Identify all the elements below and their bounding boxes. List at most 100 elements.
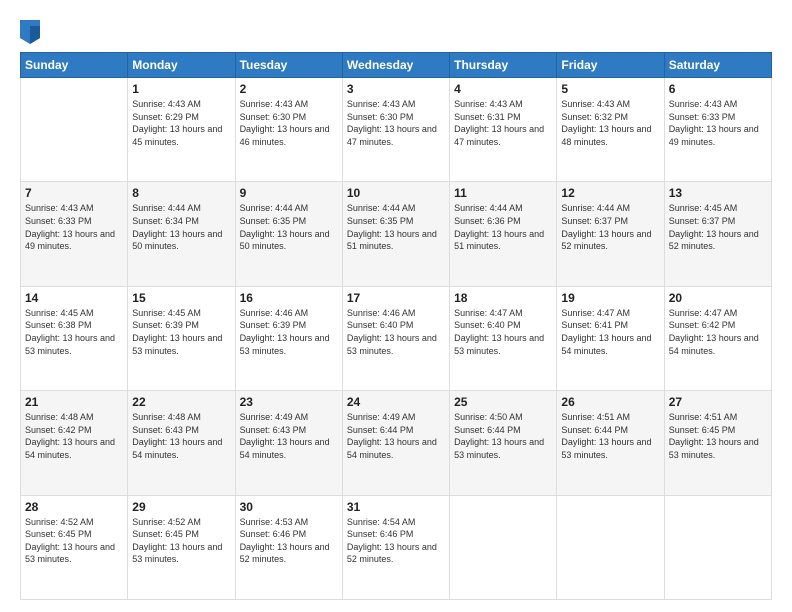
day-info: Sunrise: 4:54 AMSunset: 6:46 PMDaylight:…: [347, 516, 445, 566]
calendar-table: SundayMondayTuesdayWednesdayThursdayFrid…: [20, 52, 772, 600]
day-info: Sunrise: 4:49 AMSunset: 6:43 PMDaylight:…: [240, 411, 338, 461]
calendar-cell: [557, 495, 664, 599]
day-info: Sunrise: 4:43 AMSunset: 6:31 PMDaylight:…: [454, 98, 552, 148]
day-number: 7: [25, 186, 123, 200]
day-info: Sunrise: 4:47 AMSunset: 6:40 PMDaylight:…: [454, 307, 552, 357]
calendar-cell: 22 Sunrise: 4:48 AMSunset: 6:43 PMDayligh…: [128, 391, 235, 495]
calendar-cell: 13 Sunrise: 4:45 AMSunset: 6:37 PMDayligh…: [664, 182, 771, 286]
day-info: Sunrise: 4:43 AMSunset: 6:33 PMDaylight:…: [669, 98, 767, 148]
day-info: Sunrise: 4:47 AMSunset: 6:42 PMDaylight:…: [669, 307, 767, 357]
day-number: 31: [347, 500, 445, 514]
day-number: 8: [132, 186, 230, 200]
calendar-cell: 20 Sunrise: 4:47 AMSunset: 6:42 PMDayligh…: [664, 286, 771, 390]
day-info: Sunrise: 4:46 AMSunset: 6:40 PMDaylight:…: [347, 307, 445, 357]
calendar-cell: 1 Sunrise: 4:43 AMSunset: 6:29 PMDaylight…: [128, 78, 235, 182]
calendar-cell: 2 Sunrise: 4:43 AMSunset: 6:30 PMDaylight…: [235, 78, 342, 182]
logo-icon: [20, 20, 40, 44]
weekday-header: Friday: [557, 53, 664, 78]
day-number: 17: [347, 291, 445, 305]
day-number: 29: [132, 500, 230, 514]
calendar-cell: 15 Sunrise: 4:45 AMSunset: 6:39 PMDayligh…: [128, 286, 235, 390]
day-number: 27: [669, 395, 767, 409]
day-info: Sunrise: 4:45 AMSunset: 6:38 PMDaylight:…: [25, 307, 123, 357]
calendar-cell: 26 Sunrise: 4:51 AMSunset: 6:44 PMDayligh…: [557, 391, 664, 495]
calendar-header-row: SundayMondayTuesdayWednesdayThursdayFrid…: [21, 53, 772, 78]
day-number: 4: [454, 82, 552, 96]
calendar-cell: 3 Sunrise: 4:43 AMSunset: 6:30 PMDaylight…: [342, 78, 449, 182]
day-number: 3: [347, 82, 445, 96]
day-number: 18: [454, 291, 552, 305]
weekday-header: Sunday: [21, 53, 128, 78]
day-number: 1: [132, 82, 230, 96]
day-info: Sunrise: 4:47 AMSunset: 6:41 PMDaylight:…: [561, 307, 659, 357]
day-info: Sunrise: 4:49 AMSunset: 6:44 PMDaylight:…: [347, 411, 445, 461]
calendar-cell: [664, 495, 771, 599]
calendar-cell: 27 Sunrise: 4:51 AMSunset: 6:45 PMDayligh…: [664, 391, 771, 495]
calendar-cell: 19 Sunrise: 4:47 AMSunset: 6:41 PMDayligh…: [557, 286, 664, 390]
logo: [20, 20, 44, 44]
day-number: 15: [132, 291, 230, 305]
day-number: 28: [25, 500, 123, 514]
day-info: Sunrise: 4:51 AMSunset: 6:44 PMDaylight:…: [561, 411, 659, 461]
day-number: 26: [561, 395, 659, 409]
day-info: Sunrise: 4:44 AMSunset: 6:36 PMDaylight:…: [454, 202, 552, 252]
calendar-cell: 5 Sunrise: 4:43 AMSunset: 6:32 PMDaylight…: [557, 78, 664, 182]
day-number: 30: [240, 500, 338, 514]
day-info: Sunrise: 4:53 AMSunset: 6:46 PMDaylight:…: [240, 516, 338, 566]
calendar-cell: 12Sunrise: 4:44 AMSunset: 6:37 PMDayligh…: [557, 182, 664, 286]
day-number: 6: [669, 82, 767, 96]
weekday-header: Tuesday: [235, 53, 342, 78]
page: SundayMondayTuesdayWednesdayThursdayFrid…: [0, 0, 792, 612]
day-info: Sunrise: 4:46 AMSunset: 6:39 PMDaylight:…: [240, 307, 338, 357]
calendar-cell: 4 Sunrise: 4:43 AMSunset: 6:31 PMDaylight…: [450, 78, 557, 182]
day-info: Sunrise: 4:45 AMSunset: 6:37 PMDaylight:…: [669, 202, 767, 252]
day-info: Sunrise: 4:43 AMSunset: 6:30 PMDaylight:…: [240, 98, 338, 148]
calendar-cell: 14 Sunrise: 4:45 AMSunset: 6:38 PMDayligh…: [21, 286, 128, 390]
day-number: 14: [25, 291, 123, 305]
calendar-cell: 6 Sunrise: 4:43 AMSunset: 6:33 PMDaylight…: [664, 78, 771, 182]
day-number: 19: [561, 291, 659, 305]
calendar-cell: 7 Sunrise: 4:43 AMSunset: 6:33 PMDaylight…: [21, 182, 128, 286]
calendar-week-row: 1 Sunrise: 4:43 AMSunset: 6:29 PMDaylight…: [21, 78, 772, 182]
day-number: 25: [454, 395, 552, 409]
calendar-cell: 18 Sunrise: 4:47 AMSunset: 6:40 PMDayligh…: [450, 286, 557, 390]
calendar-cell: 8 Sunrise: 4:44 AMSunset: 6:34 PMDaylight…: [128, 182, 235, 286]
day-info: Sunrise: 4:48 AMSunset: 6:42 PMDaylight:…: [25, 411, 123, 461]
day-number: 13: [669, 186, 767, 200]
day-info: Sunrise: 4:44 AMSunset: 6:34 PMDaylight:…: [132, 202, 230, 252]
day-info: Sunrise: 4:44 AMSunset: 6:35 PMDaylight:…: [347, 202, 445, 252]
day-info: Sunrise: 4:52 AMSunset: 6:45 PMDaylight:…: [132, 516, 230, 566]
calendar-cell: 24Sunrise: 4:49 AMSunset: 6:44 PMDayligh…: [342, 391, 449, 495]
day-number: 9: [240, 186, 338, 200]
day-info: Sunrise: 4:48 AMSunset: 6:43 PMDaylight:…: [132, 411, 230, 461]
day-number: 12: [561, 186, 659, 200]
day-info: Sunrise: 4:43 AMSunset: 6:33 PMDaylight:…: [25, 202, 123, 252]
calendar-week-row: 7 Sunrise: 4:43 AMSunset: 6:33 PMDaylight…: [21, 182, 772, 286]
calendar-cell: 23 Sunrise: 4:49 AMSunset: 6:43 PMDayligh…: [235, 391, 342, 495]
calendar-cell: 28 Sunrise: 4:52 AMSunset: 6:45 PMDayligh…: [21, 495, 128, 599]
day-number: 22: [132, 395, 230, 409]
day-number: 11: [454, 186, 552, 200]
weekday-header: Saturday: [664, 53, 771, 78]
calendar-cell: 29 Sunrise: 4:52 AMSunset: 6:45 PMDayligh…: [128, 495, 235, 599]
day-info: Sunrise: 4:51 AMSunset: 6:45 PMDaylight:…: [669, 411, 767, 461]
day-number: 21: [25, 395, 123, 409]
day-number: 23: [240, 395, 338, 409]
calendar-cell: 21 Sunrise: 4:48 AMSunset: 6:42 PMDayligh…: [21, 391, 128, 495]
day-info: Sunrise: 4:43 AMSunset: 6:29 PMDaylight:…: [132, 98, 230, 148]
weekday-header: Monday: [128, 53, 235, 78]
day-number: 10: [347, 186, 445, 200]
day-info: Sunrise: 4:52 AMSunset: 6:45 PMDaylight:…: [25, 516, 123, 566]
day-info: Sunrise: 4:45 AMSunset: 6:39 PMDaylight:…: [132, 307, 230, 357]
day-number: 20: [669, 291, 767, 305]
calendar-cell: 30 Sunrise: 4:53 AMSunset: 6:46 PMDayligh…: [235, 495, 342, 599]
calendar-cell: [450, 495, 557, 599]
calendar-cell: 11 Sunrise: 4:44 AMSunset: 6:36 PMDayligh…: [450, 182, 557, 286]
day-number: 5: [561, 82, 659, 96]
day-number: 2: [240, 82, 338, 96]
weekday-header: Wednesday: [342, 53, 449, 78]
day-info: Sunrise: 4:43 AMSunset: 6:30 PMDaylight:…: [347, 98, 445, 148]
calendar-cell: 31 Sunrise: 4:54 AMSunset: 6:46 PMDayligh…: [342, 495, 449, 599]
weekday-header: Thursday: [450, 53, 557, 78]
day-info: Sunrise: 4:43 AMSunset: 6:32 PMDaylight:…: [561, 98, 659, 148]
